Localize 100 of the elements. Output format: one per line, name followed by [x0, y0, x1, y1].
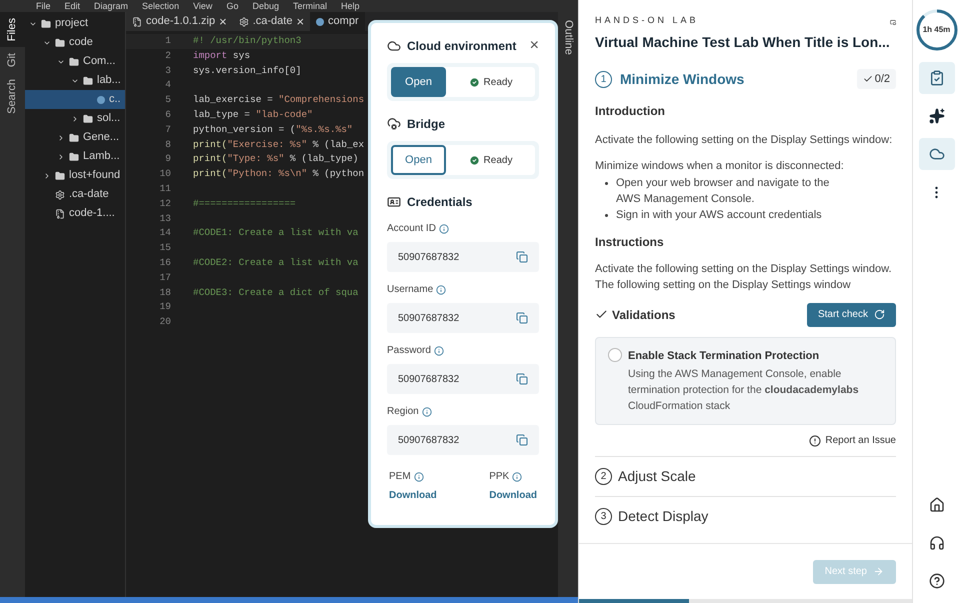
line-number: 10 [158, 167, 171, 182]
file-name: sol... [97, 111, 120, 126]
copy-icon[interactable] [516, 373, 528, 385]
headset-icon [928, 535, 944, 551]
line-number: 14 [158, 226, 171, 240]
check-circle-icon [468, 154, 480, 166]
folder-icon [69, 152, 79, 162]
menu-item[interactable]: Selection [142, 0, 180, 12]
step-row[interactable]: 2 Adjust Scale [595, 456, 896, 496]
file-tree-item[interactable]: code [25, 33, 125, 52]
report-issue-link[interactable]: Report an Issue [809, 433, 896, 448]
gear-icon [238, 16, 249, 26]
menu-item[interactable]: Go [226, 0, 238, 12]
field-label: Region [387, 405, 419, 419]
cloud-icon [928, 146, 944, 162]
credential-field[interactable]: 50907687832 [387, 364, 539, 394]
validations-heading: Validations [612, 306, 676, 324]
home-icon [928, 497, 944, 513]
code-line: #CODE2: Create a list with va [193, 256, 358, 270]
credential-field[interactable]: 50907687832 [387, 303, 539, 333]
activity-tab[interactable]: Git [0, 47, 25, 74]
editor-tab[interactable]: compr [310, 12, 365, 31]
file-tree-item[interactable]: sol... [25, 109, 125, 128]
menu-item[interactable]: Terminal [292, 0, 327, 12]
download-link[interactable]: Download [489, 488, 537, 503]
bullet-icon [605, 214, 608, 216]
popup-title: Cloud environment [407, 38, 518, 55]
code-line: #! /usr/bin/python3 [193, 34, 302, 48]
bullet-icon [605, 182, 608, 184]
info-icon[interactable] [438, 224, 449, 234]
line-number: 5 [164, 93, 171, 108]
menu-item[interactable]: File [36, 0, 51, 12]
info-icon[interactable] [422, 406, 432, 416]
open-button[interactable]: Open [391, 145, 446, 175]
progress-badge: 0/2 [856, 69, 896, 89]
menu-item[interactable]: Diagram [94, 0, 128, 12]
step-title[interactable]: Minimize Windows [620, 68, 857, 90]
folder-icon [55, 38, 65, 48]
code-line: sys.version_info[0] [193, 64, 302, 78]
activity-tab[interactable]: Search [0, 73, 25, 120]
file-tree-item[interactable]: code-1.... [25, 204, 125, 223]
file-name: code-1.... [69, 206, 115, 222]
info-icon[interactable] [414, 472, 424, 482]
file-tree-item[interactable]: Gene... [25, 128, 125, 147]
field-label: Username [387, 283, 434, 297]
file-name: code [69, 35, 93, 50]
instructions-text: Activate the following setting on the Display Settings window. The following setting on the Display Settings window [595, 262, 893, 292]
file-tree-item[interactable]: Lamb... [25, 147, 125, 166]
close-icon[interactable]: × [296, 15, 304, 28]
editor-tab[interactable]: code-1.0.1.zip × [126, 12, 233, 31]
line-number: 4 [164, 78, 171, 92]
gear-icon [55, 190, 65, 200]
file-tree-item[interactable]: .ca-date [25, 185, 125, 204]
status-text: Ready [484, 154, 512, 168]
tab-label: code-1.0.1.zip [146, 14, 216, 30]
code-line: #================= [193, 196, 296, 211]
open-button[interactable]: Open [391, 67, 446, 97]
line-number: 19 [158, 300, 171, 314]
download-link[interactable]: Download [389, 488, 437, 503]
file-tree-item[interactable]: c.. [25, 90, 125, 109]
close-icon[interactable]: × [219, 15, 227, 28]
status-text: Ready [484, 76, 512, 90]
menu-item[interactable]: View [193, 0, 212, 12]
step-row[interactable]: 3 Detect Display [595, 496, 896, 536]
line-number: 20 [158, 315, 171, 330]
outline-tab[interactable]: Outline [560, 20, 576, 55]
menu-item[interactable]: Help [341, 0, 360, 12]
file-name: Com... [83, 54, 116, 70]
line-number: 18 [158, 286, 171, 300]
copy-icon[interactable] [516, 434, 528, 446]
info-icon[interactable] [434, 346, 444, 356]
code-line: #CODE3: Create a dict of squa [193, 286, 358, 300]
arrow-right-icon [873, 566, 884, 577]
close-button[interactable]: × [530, 38, 539, 54]
line-number: 15 [158, 241, 171, 256]
rail-button[interactable] [918, 62, 954, 94]
info-icon[interactable] [436, 284, 446, 294]
activity-tab[interactable]: Files [0, 12, 25, 48]
file-name: project [55, 16, 88, 32]
file-name: c.. [109, 92, 121, 108]
file-tree-item[interactable]: lab... [25, 71, 125, 90]
file-tree-item[interactable]: project [25, 14, 125, 33]
editor-tab[interactable]: .ca-date × [232, 12, 310, 31]
menu-item[interactable]: Edit [64, 0, 80, 12]
rail-button[interactable] [918, 138, 954, 170]
badge-icon [387, 195, 401, 209]
start-check-button[interactable]: Start check [806, 302, 896, 326]
validation-title: Enable Stack Termination Protection [628, 348, 820, 364]
menu-item[interactable]: Debug [252, 0, 279, 12]
copy-icon[interactable] [516, 312, 528, 324]
credential-field[interactable]: 50907687832 [387, 242, 539, 272]
file-tree-item[interactable]: Com... [25, 52, 125, 71]
info-icon[interactable] [512, 472, 522, 482]
lab-eyebrow: HANDS-ON LAB [595, 14, 700, 27]
line-number: 3 [164, 64, 171, 78]
copy-icon[interactable] [516, 251, 528, 263]
code-line: import sys [193, 48, 250, 63]
credential-field[interactable]: 50907687832 [387, 425, 539, 455]
file-tree-item[interactable]: lost+found [25, 166, 125, 185]
line-number: 8 [164, 138, 171, 152]
